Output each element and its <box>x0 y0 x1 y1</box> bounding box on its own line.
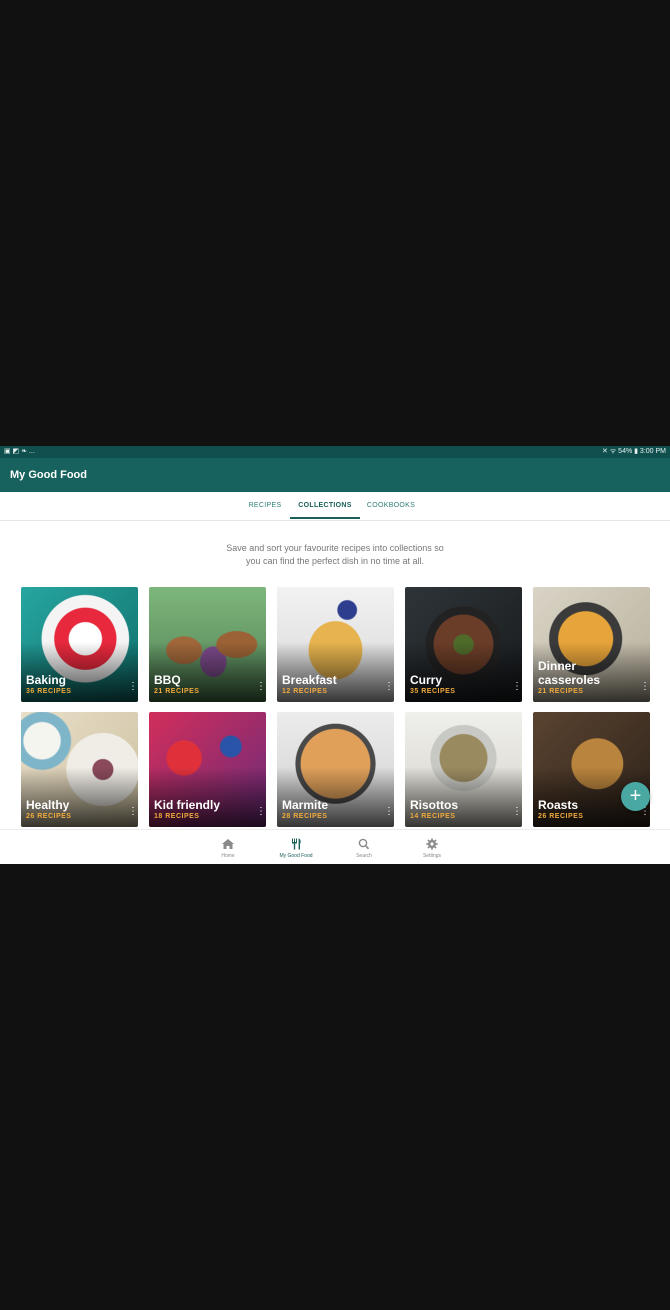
recipe-count: 26 RECIPES <box>538 813 584 820</box>
collection-name: Roasts <box>538 798 579 812</box>
active-tab-indicator <box>290 517 360 519</box>
app-bar: My Good Food <box>0 458 670 492</box>
search-icon <box>358 838 370 850</box>
collection-card-breakfast[interactable]: Breakfast 12 RECIPES ⋮ <box>277 587 394 702</box>
notification-icons: ▣ ◩ ❧ ... <box>4 448 35 455</box>
more-options-icon[interactable]: ⋮ <box>128 807 138 819</box>
collection-card-curry[interactable]: Curry 35 RECIPES ⋮ <box>405 587 522 702</box>
more-options-icon[interactable]: ⋮ <box>256 807 266 819</box>
recipe-count: 14 RECIPES <box>410 813 456 820</box>
nav-my-good-food[interactable]: My Good Food <box>266 830 326 864</box>
collection-card-bbq[interactable]: BBQ 21 RECIPES ⋮ <box>149 587 266 702</box>
recipe-count: 18 RECIPES <box>154 813 200 820</box>
collection-card-risottos[interactable]: Risottos 14 RECIPES ⋮ <box>405 712 522 827</box>
collection-card-baking[interactable]: Baking 36 RECIPES ⋮ <box>21 587 138 702</box>
collection-name: Marmite <box>282 798 329 812</box>
collection-name: Risottos <box>410 798 458 812</box>
cutlery-icon <box>292 838 301 850</box>
nav-search-label: Search <box>356 853 372 859</box>
intro-line-2: you can find the perfect dish in no time… <box>245 556 425 566</box>
recipe-count: 35 RECIPES <box>410 688 456 695</box>
more-options-icon[interactable]: ⋮ <box>640 682 650 694</box>
collections-intro: Save and sort your favourite recipes int… <box>0 542 670 568</box>
collection-card-healthy[interactable]: Healthy 26 RECIPES ⋮ <box>21 712 138 827</box>
tab-collections[interactable]: COLLECTIONS <box>290 492 360 520</box>
status-bar: ▣ ◩ ❧ ... ✕ ᯤ 54% ▮ 3:00 PM <box>0 446 670 458</box>
nav-home-label: Home <box>221 853 235 859</box>
more-options-icon[interactable]: ⋮ <box>384 682 394 694</box>
collection-name: Dinner casseroles <box>538 659 601 687</box>
collection-name: Curry <box>410 673 443 687</box>
recipe-count: 12 RECIPES <box>282 688 328 695</box>
recipe-count: 21 RECIPES <box>538 688 584 695</box>
app-title: My Good Food <box>10 469 87 481</box>
more-options-icon[interactable]: ⋮ <box>512 807 522 819</box>
gear-icon <box>426 838 438 850</box>
collection-name: Healthy <box>26 798 70 812</box>
home-icon <box>222 839 234 849</box>
system-status: ✕ ᯤ 54% ▮ 3:00 PM <box>602 448 666 455</box>
collection-name: BBQ <box>154 673 181 687</box>
collection-name: Baking <box>26 673 67 687</box>
tab-recipes[interactable]: RECIPES <box>240 492 290 520</box>
collection-card-marmite[interactable]: Marmite 28 RECIPES ⋮ <box>277 712 394 827</box>
recipe-count: 36 RECIPES <box>26 688 72 695</box>
app-screen: ▣ ◩ ❧ ... ✕ ᯤ 54% ▮ 3:00 PM My Good Food… <box>0 446 670 864</box>
recipe-count: 28 RECIPES <box>282 813 328 820</box>
tab-cookbooks[interactable]: COOKBOOKS <box>362 492 420 520</box>
recipe-count: 21 RECIPES <box>154 688 200 695</box>
more-options-icon[interactable]: ⋮ <box>384 807 394 819</box>
nav-my-good-food-label: My Good Food <box>279 853 313 859</box>
add-collection-button[interactable]: + <box>621 782 650 811</box>
collection-name: Breakfast <box>282 673 337 687</box>
collection-name: Kid friendly <box>154 798 221 812</box>
nav-settings-label: Settings <box>422 853 442 859</box>
more-options-icon[interactable]: ⋮ <box>256 682 266 694</box>
nav-home[interactable]: Home <box>198 830 258 864</box>
tab-bar: RECIPES COLLECTIONS COOKBOOKS <box>0 492 670 521</box>
bottom-navigation: Home My Good Food Search Settings <box>0 829 670 864</box>
nav-settings[interactable]: Settings <box>402 830 462 864</box>
collection-card-kid-friendly[interactable]: Kid friendly 18 RECIPES ⋮ <box>149 712 266 827</box>
more-options-icon[interactable]: ⋮ <box>512 682 522 694</box>
recipe-count: 26 RECIPES <box>26 813 72 820</box>
plus-icon: + <box>629 785 642 807</box>
collection-card-dinner-casseroles[interactable]: Dinner casseroles 21 RECIPES ⋮ <box>533 587 650 702</box>
nav-search[interactable]: Search <box>334 830 394 864</box>
more-options-icon[interactable]: ⋮ <box>128 682 138 694</box>
intro-line-1: Save and sort your favourite recipes int… <box>226 543 444 553</box>
